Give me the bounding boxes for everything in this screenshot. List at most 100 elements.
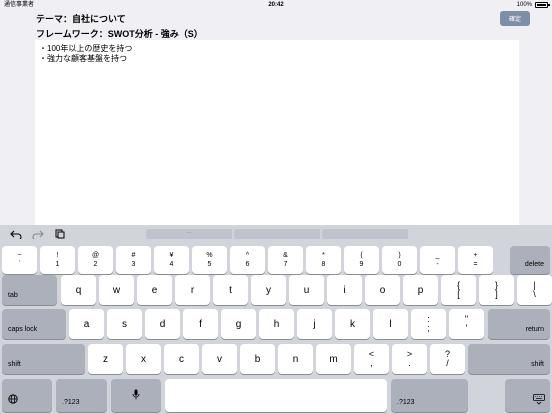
key-1[interactable]: ! 1	[40, 246, 75, 274]
key-d[interactable]: d	[145, 309, 180, 339]
key-3[interactable]: #3	[116, 246, 151, 274]
key-label: '	[465, 323, 468, 333]
key-i[interactable]: i	[327, 275, 362, 305]
shift-right-key[interactable]: shift	[468, 344, 550, 374]
key-label: b	[254, 353, 261, 365]
key-0[interactable]: ) 0	[382, 246, 417, 274]
return-key[interactable]: return	[488, 309, 550, 339]
key-label: 4	[169, 261, 174, 268]
key-`[interactable]: ~ `	[2, 246, 37, 274]
key-;[interactable]: :;	[411, 309, 446, 339]
key-/[interactable]: ? /	[430, 344, 465, 374]
key-label: -	[436, 261, 439, 268]
numbers-key-label: .?123	[397, 399, 415, 406]
dismiss-keyboard-key[interactable]	[505, 379, 550, 412]
key-label: r	[190, 284, 195, 296]
key-[[interactable]: {[	[441, 275, 476, 305]
battery-indicator: 100%	[517, 0, 550, 10]
key-label: g	[235, 318, 242, 330]
key-label: 5	[207, 261, 212, 268]
numbers-key-label: .?123	[62, 399, 80, 406]
dictation-key[interactable]	[111, 379, 161, 412]
confirm-button[interactable]: 確定	[500, 11, 530, 26]
key-b[interactable]: b	[240, 344, 275, 374]
key-label: f	[199, 318, 202, 330]
key-u[interactable]: u	[289, 275, 324, 305]
tab-key-label: tab	[8, 292, 18, 299]
suggestion-slot[interactable]: ···	[146, 229, 232, 239]
caps-lock-label: caps lock	[8, 326, 38, 333]
undo-icon[interactable]	[9, 228, 23, 240]
numbers-key-right[interactable]: .?123	[391, 379, 468, 412]
suggestion-slot[interactable]	[234, 229, 320, 239]
key-q[interactable]: q	[61, 275, 96, 305]
key-label: l	[389, 318, 392, 330]
key-shift-label: *	[322, 252, 325, 259]
key-label: `	[18, 261, 21, 268]
key-g[interactable]: g	[221, 309, 256, 339]
suggestion-slot[interactable]	[322, 229, 408, 239]
return-key-label: return	[525, 326, 544, 333]
shift-left-key[interactable]: shift	[2, 344, 85, 374]
key-x[interactable]: x	[126, 344, 161, 374]
key-label: h	[273, 318, 280, 330]
key-shift-label: ¥	[169, 252, 174, 259]
key-p[interactable]: p	[403, 275, 438, 305]
key-label: p	[417, 284, 424, 296]
key-y[interactable]: y	[251, 275, 286, 305]
framework-title: フレームワーク：SWOT分析 - 強み（S）	[36, 29, 203, 39]
paste-icon[interactable]	[53, 228, 67, 240]
key-o[interactable]: o	[365, 275, 400, 305]
key-h[interactable]: h	[259, 309, 294, 339]
numbers-key-left[interactable]: .?123	[56, 379, 107, 412]
key-n[interactable]: n	[278, 344, 313, 374]
key-l[interactable]: l	[373, 309, 408, 339]
key-7[interactable]: & 7	[268, 246, 303, 274]
tab-key[interactable]: tab	[2, 275, 57, 305]
key-label: s	[122, 318, 127, 330]
key-'[interactable]: " '	[449, 309, 484, 339]
clock: 20:42	[268, 2, 284, 8]
caps-lock-key[interactable]: caps lock	[2, 309, 66, 339]
key-shift-label: #	[131, 252, 136, 259]
key-r[interactable]: r	[175, 275, 210, 305]
key-2[interactable]: @2	[78, 246, 113, 274]
key-label: k	[350, 318, 355, 330]
status-bar: 通信事業者 20:42 100%	[0, 0, 552, 10]
key-8[interactable]: * 8	[306, 246, 341, 274]
key-f[interactable]: f	[183, 309, 218, 339]
key-6[interactable]: ^ 6	[230, 246, 265, 274]
key-label: x	[141, 353, 146, 365]
key-\[interactable]: | \	[517, 275, 552, 305]
key-label: /	[446, 358, 449, 368]
redo-icon[interactable]	[31, 228, 45, 240]
key-label: 8	[321, 261, 326, 268]
key-j[interactable]: j	[297, 309, 332, 339]
key-label: q	[75, 284, 82, 296]
key-e[interactable]: e	[137, 275, 172, 305]
key-9[interactable]: (9	[344, 246, 379, 274]
globe-key[interactable]	[2, 379, 52, 412]
key-v[interactable]: v	[202, 344, 237, 374]
key-m[interactable]: m	[316, 344, 351, 374]
key-a[interactable]: a	[69, 309, 104, 339]
key-4[interactable]: ¥4	[154, 246, 189, 274]
text-editor[interactable]: ・100年以上の歴史を持つ ・強力な顧客基盤を持つ	[35, 40, 519, 225]
delete-key[interactable]: delete	[510, 246, 550, 274]
key-t[interactable]: t	[213, 275, 248, 305]
key-=[interactable]: + =	[458, 246, 493, 274]
globe-icon	[8, 394, 18, 406]
key-.[interactable]: >.	[392, 344, 427, 374]
key-s[interactable]: s	[107, 309, 142, 339]
key-k[interactable]: k	[335, 309, 370, 339]
key-label: z	[103, 353, 108, 365]
space-key[interactable]	[165, 379, 387, 412]
key-,[interactable]: <,	[354, 344, 389, 374]
key-label: u	[303, 284, 310, 296]
key-z[interactable]: z	[88, 344, 123, 374]
key-][interactable]: }]	[479, 275, 514, 305]
key-w[interactable]: w	[99, 275, 134, 305]
key-c[interactable]: c	[164, 344, 199, 374]
key--[interactable]: _ -	[420, 246, 455, 274]
key-5[interactable]: % 5	[192, 246, 227, 274]
